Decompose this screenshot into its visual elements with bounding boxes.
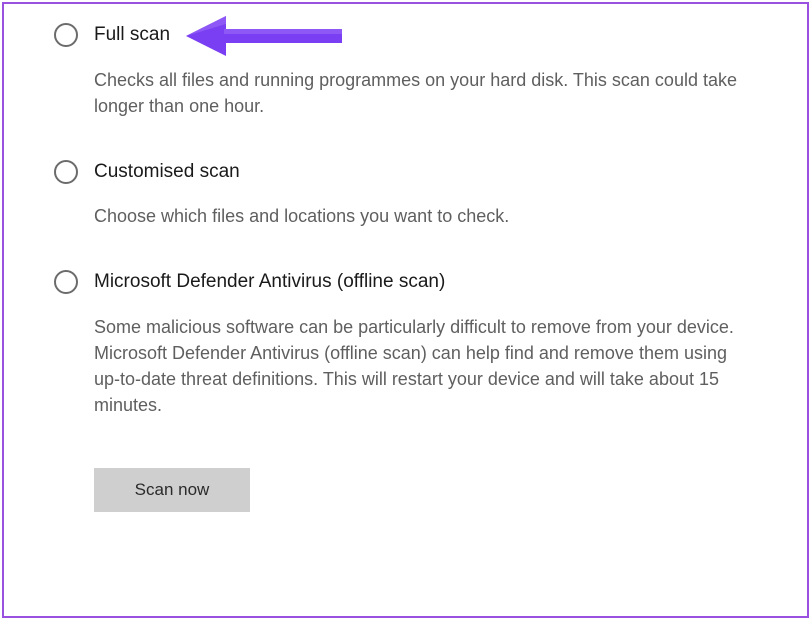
option-full-scan: Full scan xyxy=(54,22,767,49)
option-offline-scan: Microsoft Defender Antivirus (offline sc… xyxy=(54,269,767,296)
option-desc-full-scan: Checks all files and running programmes … xyxy=(94,67,757,119)
scan-options-panel: Full scan Checks all files and running p… xyxy=(2,2,809,618)
option-title-offline-scan: Microsoft Defender Antivirus (offline sc… xyxy=(94,269,767,296)
option-desc-offline-scan: Some malicious software can be particula… xyxy=(94,314,757,418)
radio-offline-scan[interactable] xyxy=(54,270,78,294)
option-customised-scan: Customised scan xyxy=(54,159,767,186)
option-desc-customised-scan: Choose which files and locations you wan… xyxy=(94,203,757,229)
option-title-customised-scan: Customised scan xyxy=(94,159,767,186)
scan-now-button[interactable]: Scan now xyxy=(94,468,250,512)
radio-full-scan[interactable] xyxy=(54,23,78,47)
option-title-full-scan: Full scan xyxy=(94,22,767,49)
radio-customised-scan[interactable] xyxy=(54,160,78,184)
